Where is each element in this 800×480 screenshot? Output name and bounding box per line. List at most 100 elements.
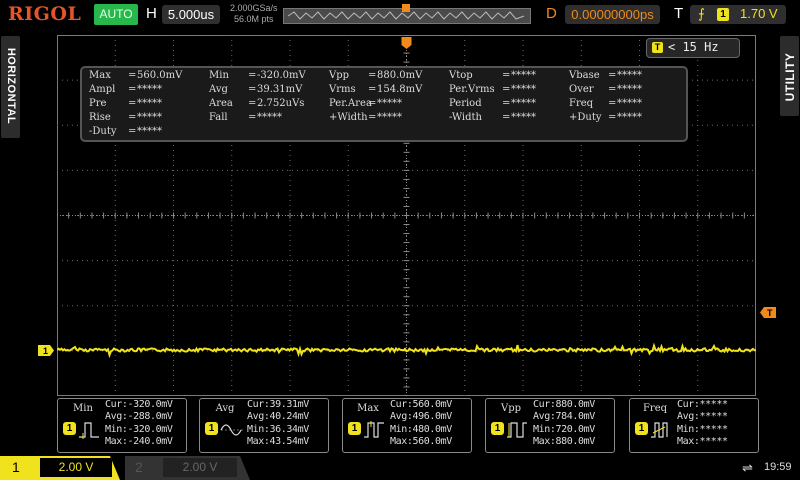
- stat-avg: Avg:784.0mV: [533, 411, 595, 423]
- stat-avg: Avg:40.24mV: [247, 411, 309, 423]
- stat-channel-badge: 1: [635, 422, 648, 435]
- horizontal-tab-label: HORIZONTAL: [5, 47, 17, 125]
- stat-channel-badge: 1: [491, 422, 504, 435]
- meas-value: *****: [617, 70, 642, 81]
- trigger-position-marker[interactable]: [402, 4, 410, 12]
- acquisition-info: 2.000GSa/s 56.0M pts: [230, 3, 278, 25]
- stat-cur: Cur:-320.0mV: [105, 399, 173, 410]
- delay-label: D: [546, 5, 557, 22]
- stat-min-icon: [79, 422, 99, 439]
- meas-label: Freq: [569, 98, 594, 109]
- stat-box-min[interactable]: Min 1 Cur:-320.0mV Avg:-288.0mV Min:-320.0mV…: [57, 398, 187, 453]
- stat-box-avg[interactable]: Avg 1 Cur:39.31mV Avg:40.24mV Min:36.34mV Max…: [199, 398, 329, 453]
- stat-avg-icon: [220, 424, 243, 436]
- meas-label: Vpp: [329, 70, 350, 81]
- rigol-logo: RIGOL: [8, 3, 82, 25]
- meas-equals: =: [608, 98, 617, 109]
- horizontal-menu-tab[interactable]: HORIZONTAL: [1, 36, 20, 138]
- stat-channel-badge: 1: [63, 422, 76, 435]
- meas-label: Pre: [89, 98, 107, 109]
- meas-equals: =: [128, 98, 137, 109]
- stat-values: Cur:39.31mV Avg:40.24mV Min:36.34mV Max:43.…: [247, 399, 309, 448]
- meas-value: *****: [137, 98, 162, 109]
- meas-value: *****: [377, 98, 402, 109]
- measurement-panel[interactable]: Max = 560.0mV Min = -320.0mV Vpp = 880.0mV Vtop = *…: [80, 66, 688, 142]
- trigger-label: T: [674, 5, 684, 22]
- meas-label: Period: [449, 98, 482, 109]
- usb-icon: ⇌: [742, 460, 753, 475]
- meas-value: 2.752uVs: [257, 98, 305, 109]
- ch2-settings-tab[interactable]: 2 2.00 V: [125, 456, 250, 480]
- meas-label: Fall: [209, 112, 228, 123]
- meas-label: Max: [89, 70, 111, 81]
- delay-value[interactable]: 0.00000000ps: [565, 5, 660, 24]
- horizontal-label: H: [146, 5, 157, 22]
- meas-equals: =: [368, 112, 377, 123]
- frequency-counter[interactable]: T < 15 Hz: [646, 38, 740, 58]
- utility-tab-label: UTILITY: [783, 52, 797, 102]
- ch1-offset-marker[interactable]: 1: [38, 345, 54, 356]
- utility-menu-tab[interactable]: UTILITY: [780, 36, 799, 116]
- meas-label: Vbase: [569, 70, 600, 81]
- meas-value: *****: [511, 112, 536, 123]
- trigger-level: 1.70 V: [740, 6, 778, 21]
- meas-value: *****: [617, 112, 642, 123]
- stat-box-freq[interactable]: Freq 1 Cur:***** Avg:***** Min:***** Max:****…: [629, 398, 759, 453]
- left-side-panel: HORIZONTAL: [0, 30, 22, 456]
- meas-value: *****: [617, 98, 642, 109]
- meas-equals: =: [368, 70, 377, 81]
- stat-name: Max: [357, 403, 379, 414]
- timebase-value[interactable]: 5.000us: [162, 5, 220, 24]
- stat-name: Freq: [642, 403, 668, 414]
- meas-label: Area: [209, 98, 233, 109]
- clock: 19:59: [764, 461, 792, 473]
- meas-value: *****: [137, 112, 162, 123]
- meas-label: Vrms: [329, 84, 356, 95]
- stat-freq-icon: [651, 422, 668, 438]
- meas-label: Vtop: [449, 70, 473, 81]
- meas-equals: =: [502, 84, 511, 95]
- stat-name: Vpp: [500, 403, 522, 414]
- stat-min: Min:720.0mV: [533, 423, 595, 435]
- meas-equals: =: [248, 70, 257, 81]
- meas-label: Per.Vrms: [449, 84, 495, 95]
- stat-avg: Avg:*****: [677, 411, 728, 423]
- meas-value: 560.0mV: [137, 70, 183, 81]
- ch2-scale: 2.00 V: [163, 458, 237, 477]
- trigger-level-marker[interactable]: T: [760, 307, 776, 318]
- stat-cur: Cur:39.31mV: [247, 399, 309, 410]
- stat-min: Min:*****: [677, 423, 728, 435]
- meas-value: 154.8mV: [377, 84, 423, 95]
- stat-cur: Cur:880.0mV: [533, 399, 595, 410]
- meas-label: Rise: [89, 112, 111, 123]
- stat-name: Min: [73, 403, 93, 414]
- meas-equals: =: [502, 98, 511, 109]
- meas-value: *****: [617, 84, 642, 95]
- stat-max-icon: [364, 421, 384, 438]
- meas-equals: =: [608, 70, 617, 81]
- stat-box-vpp[interactable]: Vpp 1 Cur:880.0mV Avg:784.0mV Min:720.0mV Max…: [485, 398, 615, 453]
- meas-label: -Duty: [89, 126, 117, 137]
- counter-channel-badge: T: [652, 42, 663, 53]
- stat-min: Min:36.34mV: [247, 423, 309, 435]
- meas-equals: =: [608, 84, 617, 95]
- meas-equals: =: [502, 112, 511, 123]
- meas-label: Per.Area: [329, 98, 372, 109]
- meas-equals: =: [128, 84, 137, 95]
- ch1-settings-tab[interactable]: 1 2.00 V: [0, 456, 120, 480]
- stat-min: Min:480.0mV: [390, 423, 452, 435]
- memory-depth: 56.0M pts: [234, 14, 274, 24]
- auto-mode-button[interactable]: AUTO: [94, 4, 138, 25]
- stat-max: Max:-240.0mV: [105, 435, 173, 447]
- trigger-settings[interactable]: ⨍ 1 1.70 V: [690, 5, 786, 24]
- stat-box-max[interactable]: Max 1 Cur:560.0mV Avg:496.0mV Min:480.0mV Max…: [342, 398, 472, 453]
- trigger-marker-label: T: [767, 308, 773, 318]
- meas-equals: =: [608, 112, 617, 123]
- top-status-bar: RIGOL AUTO H 5.000us 2.000GSa/s 56.0M pt…: [0, 0, 800, 30]
- bottom-channel-bar: 1 2.00 V 2 2.00 V ⇌ 19:59: [0, 456, 800, 480]
- meas-equals: =: [128, 112, 137, 123]
- ch1-marker-label: 1: [43, 346, 48, 356]
- meas-value: *****: [257, 112, 282, 123]
- meas-equals: =: [368, 84, 377, 95]
- meas-equals: =: [248, 112, 257, 123]
